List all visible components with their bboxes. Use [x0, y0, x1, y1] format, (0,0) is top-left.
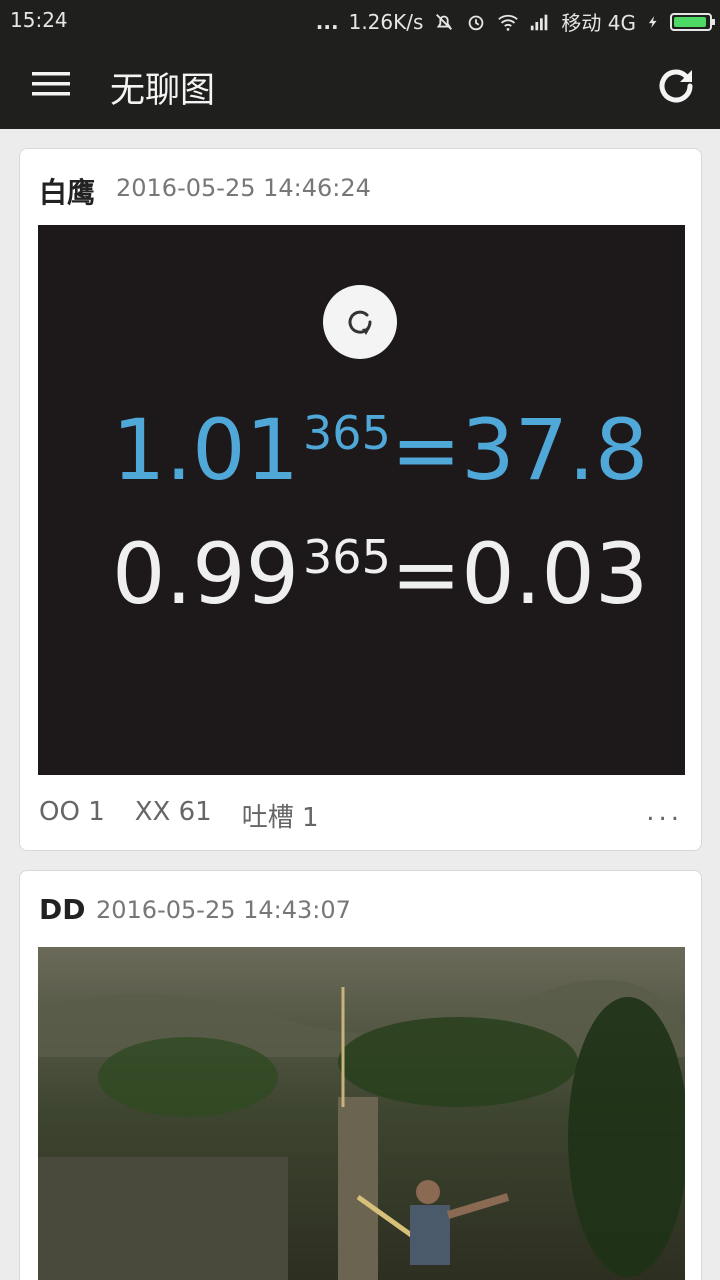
formula-2-result: =0.03: [390, 525, 649, 623]
charging-icon: [648, 15, 657, 28]
post-card: 白鹰 2016-05-25 14:46:24 1.01365=37.8 0.99…: [19, 148, 702, 851]
jungle-scene-image: [38, 947, 685, 1280]
carrier-label: 移动 4G: [561, 11, 636, 35]
more-options-button[interactable]: ...: [646, 797, 683, 827]
app-bar: 无聊图: [0, 40, 720, 129]
reload-image-icon[interactable]: [323, 285, 397, 359]
status-icons: ... 1.26K/s 移动 4G: [315, 7, 715, 36]
formula-line-2: 0.99365=0.03: [112, 525, 648, 623]
post-image[interactable]: 1.01365=37.8 0.99365=0.03: [38, 225, 685, 775]
formula-1-base: 1.01: [112, 401, 300, 499]
alarm-icon: [469, 15, 484, 30]
refresh-icon[interactable]: [654, 64, 698, 108]
xx-button[interactable]: XX 61: [135, 797, 212, 834]
formula-1-exponent: 365: [303, 406, 391, 460]
post-date: 2016-05-25 14:43:07: [96, 896, 351, 924]
formula-2-exponent: 365: [303, 530, 391, 584]
mute-bell-icon: [436, 13, 453, 30]
status-time: 15:24: [10, 8, 68, 32]
formula-1-result: =37.8: [390, 401, 649, 499]
wifi-icon: [498, 14, 519, 31]
page-title: 无聊图: [110, 71, 216, 111]
formula-line-1: 1.01365=37.8: [112, 401, 648, 499]
network-speed: 1.26K/s: [348, 9, 424, 34]
post-actions: OO 1 XX 61 吐槽 1: [39, 797, 319, 834]
menu-icon[interactable]: [30, 66, 74, 102]
post-image[interactable]: [38, 947, 685, 1280]
formula-2-base: 0.99: [112, 525, 300, 623]
battery-level: [674, 16, 707, 27]
post-author: 白鹰: [39, 176, 96, 209]
post-author: DD: [39, 893, 86, 926]
status-bar: 15:24 ... 1.26K/s 移动 4G: [0, 0, 720, 40]
battery-icon: [670, 12, 715, 31]
comments-button[interactable]: 吐槽 1: [242, 797, 319, 834]
post-date: 2016-05-25 14:46:24: [116, 174, 371, 202]
post-card: DD 2016-05-25 14:43:07: [19, 870, 702, 1280]
signal-icon: [531, 14, 548, 30]
oo-button[interactable]: OO 1: [39, 797, 105, 834]
more-notifications-icon: ...: [315, 9, 339, 34]
